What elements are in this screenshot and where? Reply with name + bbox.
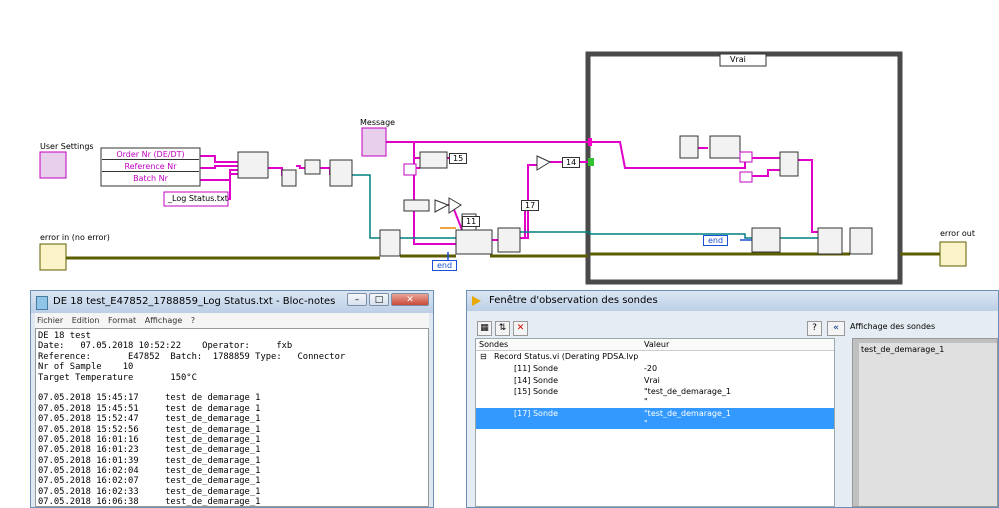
affichage-panel: test_de_demarage_1 (852, 338, 998, 507)
notepad-line: 07.05.2018 15:45:51 test de demarage 1 (38, 403, 261, 414)
probe-name: [14] Sonde (514, 376, 559, 385)
notepad-window: DE 18 test_E47852_1788859_Log Status.txt… (30, 290, 434, 508)
notepad-line: Nr of Sample 10 (38, 362, 134, 373)
cluster-wires (330, 174, 818, 239)
field-batch-nr: Batch Nr (133, 174, 168, 183)
column-header-valeur[interactable]: Valeur (641, 339, 834, 351)
diagram-wires (39, 51, 967, 285)
probe-17[interactable]: 17 (521, 200, 540, 211)
notepad-line: Reference: E47852 Batch: 1788859 Type: C… (38, 351, 346, 362)
probe-name: Record Status.vi (Derating PDSA.lvp (494, 352, 639, 361)
probe-table[interactable]: Sondes Valeur ⊟ Record Status.vi (Deratin… (475, 338, 835, 507)
notepad-line: Target Temperature 150°C (38, 372, 197, 383)
menu-affichage[interactable]: Affichage (145, 316, 183, 325)
field-order-nr: Order Nr (DE/DT) (102, 150, 199, 160)
notepad-menu: Fichier Edition Format Affichage ? (35, 313, 429, 328)
notepad-title-bar[interactable]: DE 18 test_E47852_1788859_Log Status.txt… (31, 291, 433, 313)
enum-end-2[interactable]: end (703, 235, 729, 246)
probe-row[interactable]: " (476, 418, 834, 429)
notepad-text-area[interactable]: DE 18 test Date: 07.05.2018 10:52:22 Oper… (35, 328, 429, 507)
probe-value: -20 (644, 364, 658, 373)
close-button[interactable]: ✕ (391, 293, 429, 306)
maximize-button[interactable]: □ (369, 293, 389, 306)
collapse-icon[interactable]: « (827, 321, 845, 336)
notepad-line: Date: 07.05.2018 10:52:22 Operator: fxb (38, 341, 293, 352)
probe-11[interactable]: 11 (462, 216, 481, 227)
notepad-line: 07.05.2018 16:02:07 test_de_demarage_1 (38, 476, 261, 487)
probe-title: Fenêtre d'observation des sondes (489, 295, 658, 306)
probe-row[interactable]: [11] Sonde -20 (476, 363, 834, 374)
probe-watch-window: Fenêtre d'observation des sondes ▦ ⇅ ✕ ?… (466, 290, 999, 508)
notepad-title: DE 18 test_E47852_1788859_Log Status.txt… (53, 296, 336, 307)
user-settings-terminal (39, 151, 67, 179)
probe-value: " (644, 419, 648, 428)
help-icon[interactable]: ? (807, 321, 822, 336)
notepad-line: 07.05.2018 16:02:04 test_de_demarage_1 (38, 466, 261, 477)
label-error-out: error out (940, 229, 976, 238)
menu-help[interactable]: ? (191, 316, 195, 325)
menu-fichier[interactable]: Fichier (37, 316, 63, 325)
probe-value: " (644, 397, 648, 406)
label-message: Message (360, 118, 396, 127)
column-header-sondes[interactable]: Sondes (476, 339, 644, 351)
affichage-label: Affichage des sondes (850, 322, 936, 331)
string-constant-log-status[interactable]: _Log Status.txt (168, 194, 228, 203)
probe-row[interactable]: ⊟ Record Status.vi (Derating PDSA.lvp (476, 351, 834, 362)
error-out-terminal (939, 241, 967, 267)
notepad-line: 07.05.2018 16:01:39 test_de_demarage_1 (38, 455, 261, 466)
probe-name: [11] Sonde (514, 364, 559, 373)
notepad-icon (36, 296, 48, 310)
message-terminal (361, 127, 387, 157)
minimize-button[interactable]: – (347, 293, 367, 306)
labview-icon (472, 296, 481, 306)
probe-tool-icon-1[interactable]: ▦ (477, 321, 492, 336)
notepad-line: 07.05.2018 15:52:56 test_de_demarage_1 (38, 424, 261, 435)
probe-15[interactable]: 15 (449, 153, 468, 164)
case-selector-label[interactable]: Vrai (730, 55, 746, 64)
enum-end-1[interactable]: end (432, 260, 458, 271)
notepad-line: 07.05.2018 15:45:17 test de demarage 1 (38, 393, 261, 404)
error-in-terminal (39, 243, 67, 271)
notepad-content: DE 18 test Date: 07.05.2018 10:52:22 Oper… (36, 329, 428, 507)
menu-format[interactable]: Format (108, 316, 136, 325)
notepad-line: 07.05.2018 16:06:38 test_de_demarage_1 (38, 497, 261, 507)
block-diagram: User Settings Order Nr (DE/DT) Reference… (0, 0, 999, 290)
probe-row[interactable]: [14] Sonde Vrai (476, 375, 834, 386)
probe-value: Vrai (644, 376, 660, 385)
delete-probe-icon[interactable]: ✕ (513, 321, 528, 336)
probe-row[interactable]: " (476, 396, 834, 407)
probe-title-bar[interactable]: Fenêtre d'observation des sondes (467, 291, 998, 311)
tree-collapse-icon[interactable]: ⊟ (480, 351, 487, 362)
notepad-line: 07.05.2018 15:52:47 test_de_demarage_1 (38, 414, 261, 425)
field-reference-nr: Reference Nr (102, 162, 199, 172)
label-user-settings: User Settings (40, 142, 94, 151)
menu-edition[interactable]: Edition (72, 316, 100, 325)
affichage-value: test_de_demarage_1 (859, 343, 997, 506)
notepad-line: 07.05.2018 16:01:16 test_de_demarage_1 (38, 434, 261, 445)
probe-14[interactable]: 14 (562, 157, 581, 168)
probe-tool-icon-2[interactable]: ⇅ (495, 321, 510, 336)
label-error-in: error in (no error) (40, 233, 110, 242)
notepad-line: DE 18 test (38, 331, 91, 341)
notepad-line (38, 383, 428, 393)
notepad-line: 07.05.2018 16:02:33 test_de_demarage_1 (38, 486, 261, 497)
error-wires (66, 252, 940, 260)
notepad-line: 07.05.2018 16:01:23 test_de_demarage_1 (38, 445, 261, 456)
